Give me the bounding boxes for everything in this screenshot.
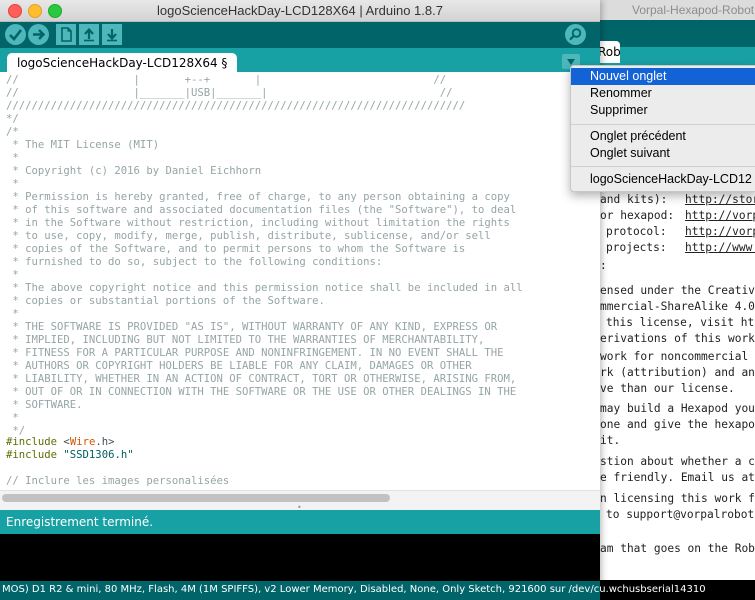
checkmark-icon (9, 29, 23, 41)
magnifier-icon (569, 28, 582, 41)
include-line: #include "SSD1306.h" (6, 449, 134, 461)
console-output[interactable] (0, 534, 600, 581)
include-line: #include <Wire.h> (6, 436, 114, 448)
code-line: * (6, 152, 19, 164)
bg-line: may build a Hexapod yourse (600, 402, 755, 415)
code-line: * FITNESS FOR A PARTICULAR PURPOSE AND N… (6, 347, 504, 359)
code-line: // |_______|USB|_______| // (6, 87, 453, 99)
code-line: // | +--+ | // (6, 74, 447, 86)
tab-dropdown-menu: Nouvel onglet Renommer Supprimer Onglet … (570, 65, 755, 192)
code-line: * THE SOFTWARE IS PROVIDED "AS IS", WITH… (6, 321, 498, 333)
code-editor[interactable]: // | +--+ | // // |_______|USB|_______| … (0, 72, 600, 490)
code-line: * in the Software without restriction, i… (6, 217, 510, 229)
code-line: * LIABILITY, WHETHER IN AN ACTION OF CON… (6, 373, 517, 385)
bg-line: projects: (606, 241, 667, 254)
include-library: Wire (69, 436, 96, 448)
bg-line: to support@vorpalrobotics (606, 508, 755, 521)
include-keyword: #include (6, 436, 58, 448)
code-line: /* (6, 126, 19, 138)
code-line: * The MIT License (MIT) (6, 139, 160, 151)
save-button[interactable] (102, 24, 122, 45)
bg-line: protocol: (606, 225, 667, 238)
include-string: "SSD1306.h" (63, 449, 134, 461)
status-message: Enregistrement terminé. (6, 515, 154, 529)
include-keyword: #include (6, 449, 58, 461)
arrow-right-icon (33, 29, 46, 40)
menu-item-new-tab[interactable]: Nouvel onglet (571, 68, 755, 85)
code-line: * OUT OF OR IN CONNECTION WITH THE SOFTW… (6, 386, 517, 398)
arrow-up-icon (84, 27, 94, 42)
arrow-down-icon (107, 29, 117, 42)
menu-item-rename[interactable]: Renommer (571, 85, 755, 102)
upload-button[interactable] (28, 24, 49, 45)
open-button[interactable] (79, 24, 99, 45)
bg-link[interactable]: http://store (685, 193, 755, 206)
background-tab-label: Robot (598, 45, 620, 59)
code-line: */ (6, 113, 19, 125)
bg-line: or hexapod: (600, 209, 675, 222)
include-extension: .h> (95, 436, 115, 448)
bg-line: rk (attribution) and any i (600, 366, 755, 379)
code-line: * (6, 178, 19, 190)
code-line: * of this software and associated docume… (6, 204, 517, 216)
window-titlebar: logoScienceHackDay-LCD128X64 | Arduino 1… (0, 0, 600, 22)
bg-line: stion about whether a cont (600, 455, 755, 468)
bg-line: erivations of this work sh (600, 332, 755, 345)
bg-line: one and give the hexapod n (600, 418, 755, 431)
code-line: * IMPLIED, INCLUDING BUT NOT LIMITED TO … (6, 334, 485, 346)
file-icon (61, 27, 72, 42)
board-info-bar: MOS) D1 R2 & mini, 80 MHz, Flash, 4M (1M… (0, 581, 706, 600)
bg-line: this license, visit http: (606, 316, 755, 329)
code-line: * copies of the Software, and to permit … (6, 243, 466, 255)
toolbar (0, 22, 600, 48)
bg-line: mmercial-ShareAlike 4.0 In (600, 300, 755, 313)
window-title: logoScienceHackDay-LCD128X64 | Arduino 1… (157, 3, 443, 18)
menu-item-previous-tab[interactable]: Onglet précédent (571, 128, 755, 145)
code-line: * The above copyright notice and this pe… (6, 282, 523, 294)
status-bar: Enregistrement terminé. (0, 510, 600, 534)
code-line: * AUTHORS OR COPYRIGHT HOLDERS BE LIABLE… (6, 360, 472, 372)
bg-line: ensed under the Creative Co (600, 284, 755, 297)
code-line: * Permission is hereby granted, free of … (6, 191, 510, 203)
menu-item-sketch-tab[interactable]: logoScienceHackDay-LCD12 (571, 171, 755, 188)
bg-line: ve than our license. (600, 382, 735, 395)
menu-separator (571, 124, 755, 125)
code-line: * (6, 308, 19, 320)
bg-line: and kits): (600, 193, 668, 206)
verify-button[interactable] (5, 24, 26, 45)
bg-link[interactable]: http://www.v (685, 241, 755, 254)
code-line: * furnished to do so, subject to the fol… (6, 256, 383, 268)
scrollbar-thumb[interactable] (2, 494, 390, 502)
background-window-title: Vorpal-Hexapod-Robot (632, 3, 755, 17)
code-line: * copies or substantial portions of the … (6, 295, 325, 307)
board-info: MOS) D1 R2 & mini, 80 MHz, Flash, 4M (1M… (2, 584, 706, 595)
menu-separator (571, 166, 755, 167)
bg-line: : (600, 259, 607, 272)
code-line: ////////////////////////////////////////… (6, 100, 466, 112)
menu-item-delete[interactable]: Supprimer (571, 102, 755, 119)
bg-line: work for noncommercial pur (600, 350, 755, 363)
tab-sketch[interactable]: logoScienceHackDay-LCD128X64 § (7, 53, 238, 74)
code-line: * (6, 412, 19, 424)
bg-link[interactable]: http://vorpa (685, 209, 755, 222)
bg-line: e friendly. Email us at su (600, 471, 755, 484)
code-line: * Copyright (c) 2016 by Daniel Eichhorn (6, 165, 262, 177)
bg-line: am that goes on the Robot (600, 542, 755, 555)
tab-bar: logoScienceHackDay-LCD128X64 § (0, 48, 600, 74)
bg-line: n licensing this work for (600, 492, 755, 505)
serial-monitor-button[interactable] (565, 24, 586, 45)
menu-item-next-tab[interactable]: Onglet suivant (571, 145, 755, 162)
code-line: // Inclure les images personalisées (6, 475, 230, 487)
code-line: * (6, 269, 19, 281)
new-sketch-button[interactable] (56, 24, 76, 45)
code-line: * SOFTWARE. (6, 399, 83, 411)
bg-link[interactable]: http://vorpa (685, 225, 755, 238)
code-line: * to use, copy, modify, merge, publish, … (6, 230, 491, 242)
bg-line: it. (600, 434, 621, 447)
arduino-main-window: logoScienceHackDay-LCD128X64 | Arduino 1… (0, 0, 706, 600)
